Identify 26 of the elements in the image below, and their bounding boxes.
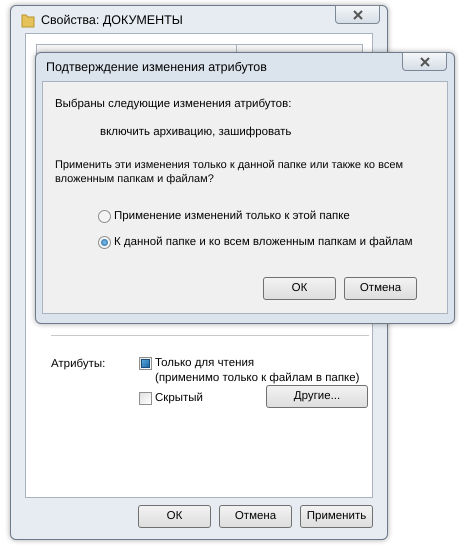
message-text: Выбраны следующие изменения атрибутов: (55, 97, 292, 112)
checkbox-label: Только для чтения (155, 356, 254, 371)
close-icon (352, 10, 364, 20)
dialog-button[interactable]: Отмена (344, 277, 417, 300)
dialog-button[interactable]: ОК (263, 277, 336, 300)
question-text: Применить эти изменения только к данной папке или также ко всем вложенным папкам и файлам? (55, 158, 404, 186)
dialog-button[interactable]: Применить (300, 505, 373, 528)
radio-label: Применение изменений только к этой папке (114, 209, 350, 224)
checkbox[interactable] (139, 392, 152, 405)
dialog-button[interactable]: Отмена (219, 505, 292, 528)
close-button[interactable] (402, 52, 447, 71)
dialog-title: Подтверждение изменения атрибутов (46, 58, 267, 76)
other-button[interactable]: Другие... (266, 385, 368, 408)
checkbox-label: Скрытый (155, 391, 203, 406)
folder-icon (21, 12, 35, 28)
radio-label: К данной папке и ко всем вложенным папкам и файлам (114, 235, 413, 250)
checkbox[interactable] (139, 357, 152, 370)
radio-button[interactable] (98, 236, 111, 249)
changes-text: включить архивацию, зашифровать (100, 125, 292, 140)
close-icon (418, 56, 430, 66)
checkbox-note: (применимо только к файлам в папке) (155, 371, 360, 386)
dialog-button[interactable]: ОК (138, 505, 211, 528)
window-title: Свойства: ДОКУМЕНТЫ (41, 12, 183, 29)
close-button[interactable] (335, 5, 380, 24)
attributes-label: Атрибуты: (51, 357, 106, 372)
radio-button[interactable] (98, 210, 111, 223)
